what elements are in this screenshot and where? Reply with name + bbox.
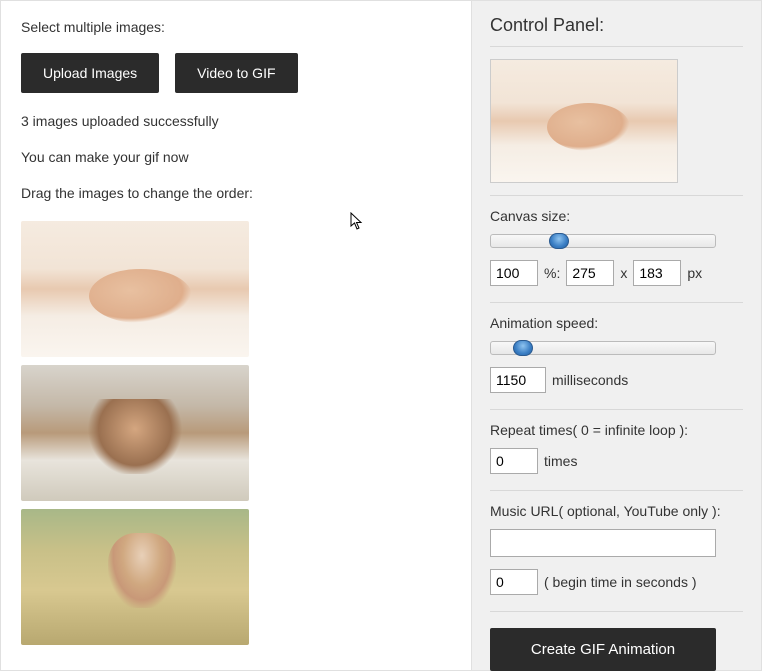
repeat-times-label: Repeat times( 0 = infinite loop ): <box>490 422 743 438</box>
divider <box>490 409 743 410</box>
make-gif-message: You can make your gif now <box>21 149 451 165</box>
animation-speed-section: Animation speed: milliseconds <box>490 315 743 393</box>
px-label: px <box>687 265 702 281</box>
video-to-gif-button[interactable]: Video to GIF <box>175 53 297 93</box>
canvas-size-slider[interactable] <box>490 234 716 248</box>
canvas-percent-input[interactable] <box>490 260 538 286</box>
canvas-size-inputs: %: x px <box>490 260 743 286</box>
control-panel-title: Control Panel: <box>490 15 743 36</box>
select-images-label: Select multiple images: <box>21 19 451 35</box>
begin-time-label: ( begin time in seconds ) <box>544 574 697 590</box>
canvas-height-input[interactable] <box>633 260 681 286</box>
times-label: times <box>544 453 577 469</box>
repeat-times-input[interactable] <box>490 448 538 474</box>
x-separator: x <box>620 265 627 281</box>
music-url-label: Music URL( optional, YouTube only ): <box>490 503 743 519</box>
canvas-size-label: Canvas size: <box>490 208 743 224</box>
image-thumb[interactable] <box>21 365 249 501</box>
divider <box>490 302 743 303</box>
music-begin-inputs: ( begin time in seconds ) <box>490 569 743 595</box>
music-url-section: Music URL( optional, YouTube only ): ( b… <box>490 503 743 595</box>
slider-thumb[interactable] <box>513 340 533 356</box>
repeat-times-section: Repeat times( 0 = infinite loop ): times <box>490 422 743 474</box>
control-panel: Control Panel: Canvas size: %: x px Anim… <box>471 1 761 670</box>
upload-images-button[interactable]: Upload Images <box>21 53 159 93</box>
divider <box>490 611 743 612</box>
image-thumb[interactable] <box>21 221 249 357</box>
divider <box>490 490 743 491</box>
music-url-input[interactable] <box>490 529 716 557</box>
animation-speed-input[interactable] <box>490 367 546 393</box>
drag-order-message: Drag the images to change the order: <box>21 185 451 201</box>
canvas-size-section: Canvas size: %: x px <box>490 208 743 286</box>
upload-status-text: 3 images uploaded successfully <box>21 113 451 129</box>
preview-image <box>490 59 678 183</box>
image-thumb[interactable] <box>21 509 249 645</box>
app-container: Select multiple images: Upload Images Vi… <box>0 0 762 671</box>
image-thumb-list <box>21 221 451 645</box>
divider <box>490 195 743 196</box>
animation-speed-label: Animation speed: <box>490 315 743 331</box>
divider <box>490 46 743 47</box>
canvas-width-input[interactable] <box>566 260 614 286</box>
upload-button-row: Upload Images Video to GIF <box>21 53 451 93</box>
percent-separator: %: <box>544 265 560 281</box>
animation-speed-slider[interactable] <box>490 341 716 355</box>
milliseconds-label: milliseconds <box>552 372 628 388</box>
left-panel: Select multiple images: Upload Images Vi… <box>1 1 471 670</box>
repeat-times-inputs: times <box>490 448 743 474</box>
animation-speed-inputs: milliseconds <box>490 367 743 393</box>
create-gif-button[interactable]: Create GIF Animation <box>490 628 716 671</box>
slider-thumb[interactable] <box>549 233 569 249</box>
music-begin-time-input[interactable] <box>490 569 538 595</box>
